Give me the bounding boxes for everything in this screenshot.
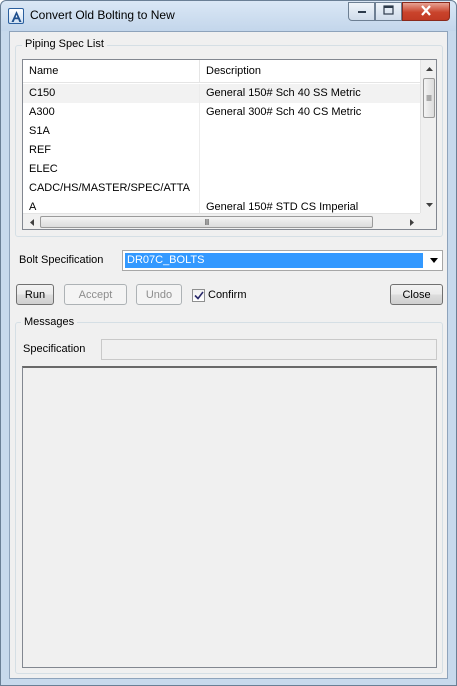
confirm-label[interactable]: Confirm <box>208 289 247 301</box>
run-button[interactable]: Run <box>16 284 54 305</box>
messages-output-area[interactable] <box>22 366 437 668</box>
maximize-button[interactable] <box>375 2 402 21</box>
vertical-scroll-thumb[interactable] <box>423 78 435 118</box>
table-row[interactable]: A300 General 300# Sch 40 CS Metric <box>23 103 420 122</box>
piping-spec-list-label: Piping Spec List <box>22 38 107 50</box>
horizontal-scrollbar[interactable]: III <box>23 213 420 229</box>
column-header-description[interactable]: Description <box>200 60 420 83</box>
row-description-cell <box>200 141 420 160</box>
scroll-left-arrow-icon[interactable] <box>23 214 40 229</box>
table-row[interactable]: CADC/HS/MASTER/SPEC/ATTA <box>23 179 420 198</box>
listview-header: Name Description <box>23 60 420 83</box>
row-description-cell: General 150# Sch 40 SS Metric <box>206 87 361 99</box>
row-name-cell: C150 <box>23 84 200 103</box>
minimize-button[interactable] <box>348 2 375 21</box>
bolt-spec-label: Bolt Specification <box>19 254 104 266</box>
maximize-icon <box>383 5 394 18</box>
row-description-cell <box>200 160 420 179</box>
chevron-down-icon[interactable] <box>425 251 442 270</box>
close-icon <box>420 4 432 19</box>
confirm-checkbox[interactable] <box>192 289 205 302</box>
table-row[interactable]: ELEC <box>23 160 420 179</box>
title-bar[interactable]: Convert Old Bolting to New <box>1 1 456 31</box>
vertical-scrollbar[interactable] <box>420 60 436 213</box>
scroll-up-arrow-icon[interactable] <box>421 60 436 77</box>
bolt-spec-combobox[interactable]: DR07C_BOLTS <box>122 250 443 271</box>
window-title: Convert Old Bolting to New <box>30 8 175 22</box>
row-name-cell: REF <box>23 141 200 160</box>
row-name-cell: ELEC <box>23 160 200 179</box>
accept-button[interactable]: Accept <box>64 284 127 305</box>
dialog-client-area: Piping Spec List Name Description C150 Ge… <box>9 31 448 679</box>
row-name-cell: S1A <box>23 122 200 141</box>
column-header-name[interactable]: Name <box>23 60 200 83</box>
row-name-cell: A300 <box>23 103 200 122</box>
piping-spec-listview[interactable]: Name Description C150 General 150# Sch 40… <box>22 59 437 230</box>
bolt-spec-selected-value: DR07C_BOLTS <box>125 253 423 268</box>
undo-button[interactable]: Undo <box>136 284 182 305</box>
close-button[interactable]: Close <box>390 284 443 305</box>
table-row[interactable]: C150 General 150# Sch 40 SS Metric <box>23 84 420 103</box>
dialog-window: Convert Old Bolting to New Piping Spec L… <box>0 0 457 686</box>
specification-label: Specification <box>23 343 86 355</box>
table-row[interactable]: S1A <box>23 122 420 141</box>
messages-group-label: Messages <box>21 316 78 328</box>
horizontal-scroll-thumb[interactable]: III <box>40 216 373 228</box>
scrollbar-corner <box>420 213 436 229</box>
scroll-down-arrow-icon[interactable] <box>421 196 436 213</box>
row-name-cell: CADC/HS/MASTER/SPEC/ATTA <box>23 179 200 198</box>
app-logo-icon <box>8 8 24 24</box>
specification-field[interactable] <box>101 339 437 360</box>
close-window-button[interactable] <box>402 2 450 21</box>
scroll-grip-glyph: III <box>204 217 210 227</box>
minimize-icon <box>357 5 367 18</box>
table-row[interactable]: REF <box>23 141 420 160</box>
row-description-cell <box>200 122 420 141</box>
row-description-cell: General 300# Sch 40 CS Metric <box>206 106 362 118</box>
scroll-right-arrow-icon[interactable] <box>403 214 420 229</box>
row-description-cell <box>200 179 420 198</box>
